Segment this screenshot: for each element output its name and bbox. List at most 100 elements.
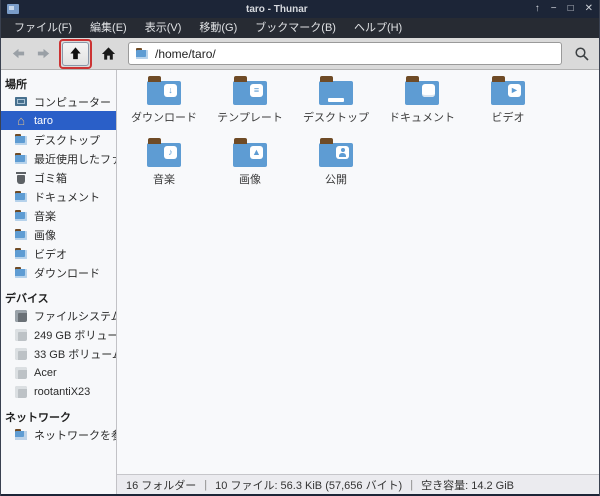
menu-go[interactable]: 移動(G) [190, 18, 246, 38]
status-separator: | [204, 479, 207, 491]
sidebar-item-filesystem[interactable]: ファイルシステム [1, 306, 116, 325]
sidebar-item-recent[interactable]: 最近使用したファ... [1, 149, 116, 168]
maximize-icon[interactable]: □ [568, 0, 574, 18]
up-button[interactable] [62, 42, 89, 66]
home-icon: ⌂ [14, 115, 28, 127]
sidebar-item-taro-home[interactable]: ⌂ taro [1, 111, 116, 130]
sidebar-item-label: rootantiX23 [34, 386, 90, 398]
sidebar-item-computer[interactable]: コンピューター [1, 92, 116, 111]
folder-icon [319, 143, 353, 167]
status-separator: | [410, 479, 413, 491]
file-documents[interactable]: ドキュメント [379, 74, 465, 136]
file-label: 公開 [325, 171, 347, 187]
sidebar-item-trash[interactable]: ゴミ箱 [1, 168, 116, 187]
folder-icon [14, 153, 28, 165]
status-free-space: 空き容量: 14.2 GiB [421, 477, 514, 493]
sidebar-item-label: taro [34, 115, 53, 127]
template-emblem-icon: ≡ [250, 84, 263, 97]
sidebar-item-label: 249 GB ボリューム [34, 327, 117, 343]
file-label: 画像 [239, 171, 261, 187]
search-icon [574, 46, 590, 62]
search-button[interactable] [571, 42, 593, 66]
file-label: テンプレート [217, 109, 283, 125]
main-pane: ↓ ダウンロード ≡ テンプレート デスクトップ [117, 70, 599, 494]
close-icon[interactable]: ✕ [585, 0, 593, 18]
download-emblem-icon: ↓ [164, 84, 177, 97]
menu-help[interactable]: ヘルプ(H) [345, 18, 411, 38]
document-emblem-icon [422, 84, 435, 97]
sidebar-header-places: 場所 [1, 73, 116, 92]
sidebar-item-label: ネットワークを参... [34, 427, 117, 443]
thunar-window: taro - Thunar ↑ − □ ✕ ファイル(F) 編集(E) 表示(V… [0, 0, 600, 496]
file-music[interactable]: ♪ 音楽 [121, 136, 207, 198]
file-desktop[interactable]: デスクトップ [293, 74, 379, 136]
file-label: ドキュメント [389, 109, 455, 125]
menu-file[interactable]: ファイル(F) [5, 18, 81, 38]
file-label: ビデオ [492, 109, 525, 125]
computer-icon [14, 96, 28, 108]
sidebar-item-label: ダウンロード [34, 265, 100, 281]
sidebar-header-network: ネットワーク [1, 406, 116, 425]
file-downloads[interactable]: ↓ ダウンロード [121, 74, 207, 136]
file-grid: ↓ ダウンロード ≡ テンプレート デスクトップ [117, 70, 599, 474]
forward-button[interactable] [32, 42, 54, 66]
file-label: 音楽 [153, 171, 175, 187]
folder-icon: ♪ [147, 143, 181, 167]
folder-icon: ≡ [233, 81, 267, 105]
thunar-app-icon [7, 4, 19, 14]
public-emblem-icon [336, 146, 349, 159]
sidebar-item-volume-33gb[interactable]: 33 GB ボリューム [1, 344, 116, 363]
sidebar-item-downloads[interactable]: ダウンロード [1, 263, 116, 282]
music-emblem-icon: ♪ [164, 146, 177, 159]
file-videos[interactable]: ► ビデオ [465, 74, 551, 136]
sidebar-item-acer[interactable]: Acer [1, 363, 116, 382]
path-bar[interactable] [128, 42, 562, 65]
sidebar: 場所 コンピューター ⌂ taro デスクトップ 最近使用したファ... ゴミ箱 [1, 70, 117, 494]
file-pictures[interactable]: ▲ 画像 [207, 136, 293, 198]
sidebar-item-rootantix23[interactable]: rootantiX23 [1, 382, 116, 401]
sidebar-item-label: コンピューター [34, 94, 111, 110]
sidebar-item-label: ファイルシステム [34, 308, 117, 324]
file-public[interactable]: 公開 [293, 136, 379, 198]
toolbar [1, 38, 599, 70]
sidebar-item-label: ゴミ箱 [34, 170, 67, 186]
desktop-emblem-icon [328, 98, 344, 102]
path-input[interactable] [155, 47, 555, 61]
drive-icon [14, 386, 28, 398]
sidebar-item-desktop[interactable]: デスクトップ [1, 130, 116, 149]
sidebar-item-label: 最近使用したファ... [34, 151, 117, 167]
home-button[interactable] [97, 42, 119, 66]
drive-icon [14, 310, 28, 322]
minimize-icon[interactable]: − [551, 0, 557, 18]
drive-icon [14, 329, 28, 341]
up-arrow-icon [68, 46, 83, 61]
back-icon [11, 46, 26, 61]
content-area: 場所 コンピューター ⌂ taro デスクトップ 最近使用したファ... ゴミ箱 [1, 70, 599, 494]
trash-icon [14, 172, 28, 184]
menu-bookmarks[interactable]: ブックマーク(B) [246, 18, 345, 38]
folder-icon [14, 267, 28, 279]
sidebar-item-volume-249gb[interactable]: 249 GB ボリューム [1, 325, 116, 344]
sidebar-item-pictures[interactable]: 画像 [1, 225, 116, 244]
menu-view[interactable]: 表示(V) [136, 18, 191, 38]
menu-edit[interactable]: 編集(E) [81, 18, 136, 38]
statusbar: 16 フォルダー | 10 ファイル: 56.3 KiB (57,656 バイト… [117, 474, 599, 494]
folder-icon [14, 191, 28, 203]
sidebar-item-label: ドキュメント [34, 189, 100, 205]
path-folder-icon [135, 48, 149, 60]
sidebar-item-label: Acer [34, 367, 57, 379]
forward-icon [36, 46, 51, 61]
folder-icon: ↓ [147, 81, 181, 105]
folder-icon: ► [491, 81, 525, 105]
shade-icon[interactable]: ↑ [535, 0, 540, 18]
sidebar-item-music[interactable]: 音楽 [1, 206, 116, 225]
drive-icon [14, 367, 28, 379]
sidebar-item-videos[interactable]: ビデオ [1, 244, 116, 263]
file-templates[interactable]: ≡ テンプレート [207, 74, 293, 136]
sidebar-item-label: ビデオ [34, 246, 67, 262]
sidebar-header-devices: デバイス [1, 287, 116, 306]
sidebar-item-label: 画像 [34, 227, 56, 243]
sidebar-item-browse-network[interactable]: ネットワークを参... [1, 425, 116, 444]
sidebar-item-documents[interactable]: ドキュメント [1, 187, 116, 206]
back-button[interactable] [7, 42, 29, 66]
